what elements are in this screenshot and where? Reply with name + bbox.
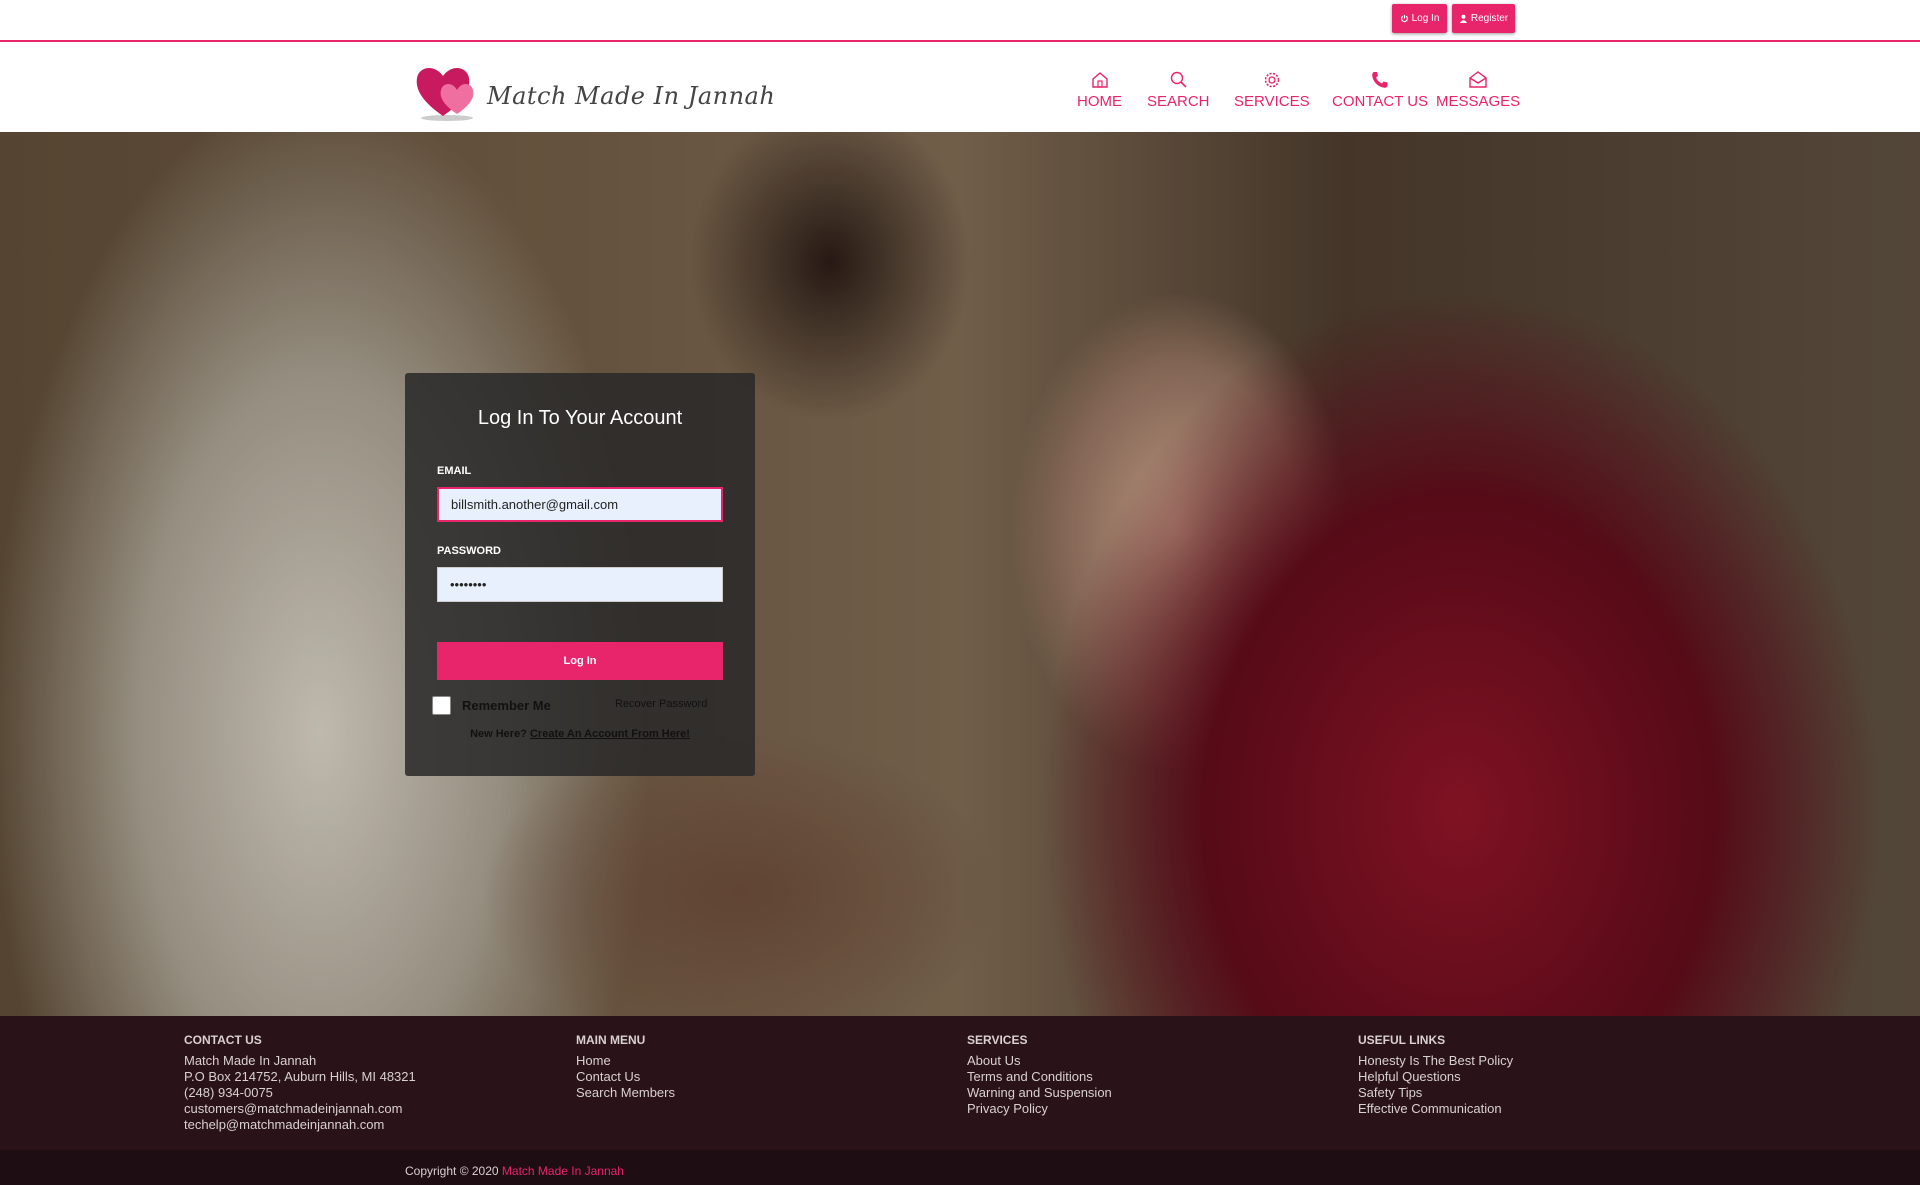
top-login-button[interactable]: Log In — [1392, 4, 1447, 33]
footer-link[interactable]: Search Members — [576, 1085, 675, 1101]
footer-link[interactable]: Warning and Suspension — [967, 1085, 1112, 1101]
copyright-bar: Copyright © 2020 Match Made In Jannah — [0, 1150, 1920, 1185]
logo-text: Match Made In Jannah — [487, 82, 776, 110]
footer-link[interactable]: Contact Us — [576, 1069, 675, 1085]
hero-overlay — [0, 132, 1920, 1016]
power-icon — [1400, 14, 1408, 23]
site-header: Match Made In Jannah HOME SEARCH SERVICE… — [0, 44, 1920, 132]
email-field[interactable] — [437, 487, 723, 522]
footer-link[interactable]: Effective Communication — [1358, 1101, 1513, 1117]
footer-contact-line[interactable]: techelp@matchmadeinjannah.com — [184, 1117, 416, 1133]
remember-me-label: Remember Me — [462, 698, 551, 713]
login-submit-button[interactable]: Log In — [437, 642, 723, 680]
remember-me-checkbox[interactable] — [432, 696, 451, 715]
copyright-brand-link[interactable]: Match Made In Jannah — [502, 1164, 624, 1178]
footer-link[interactable]: Honesty Is The Best Policy — [1358, 1053, 1513, 1069]
copyright-text: Copyright © 2020 Match Made In Jannah — [405, 1164, 624, 1178]
phone-icon — [1372, 72, 1388, 88]
footer-useful-links-heading: USEFUL LINKS — [1358, 1033, 1446, 1047]
nav-search[interactable]: SEARCH — [1147, 70, 1210, 110]
footer-services-heading: SERVICES — [967, 1033, 1028, 1047]
nav-messages[interactable]: MESSAGES — [1436, 70, 1520, 110]
home-icon — [1091, 72, 1108, 88]
new-here-text: New Here? Create An Account From Here! — [405, 728, 755, 740]
footer-link[interactable]: Terms and Conditions — [967, 1069, 1112, 1085]
footer-services: SERVICES About Us Terms and Conditions W… — [967, 1032, 1112, 1117]
nav-contact-label: CONTACT US — [1332, 93, 1429, 110]
envelope-icon — [1469, 71, 1487, 88]
top-register-label: Register — [1470, 13, 1509, 24]
new-here-label: New Here? — [470, 728, 527, 740]
top-register-button[interactable]: Register — [1452, 4, 1515, 33]
footer-link[interactable]: Home — [576, 1053, 675, 1069]
gear-icon — [1264, 72, 1280, 88]
nav-services-label: SERVICES — [1234, 93, 1310, 110]
footer-contact-line: Match Made In Jannah — [184, 1053, 317, 1068]
footer-link[interactable]: Safety Tips — [1358, 1085, 1513, 1101]
site-logo[interactable]: Match Made In Jannah — [413, 60, 775, 122]
nav-services[interactable]: SERVICES — [1234, 70, 1310, 110]
copyright-prefix: Copyright © 2020 — [405, 1164, 499, 1178]
top-login-label: Log In — [1411, 13, 1440, 24]
footer-contact: CONTACT US Match Made In Jannah P.O Box … — [184, 1032, 416, 1133]
recover-password-link[interactable]: Recover Password — [615, 698, 707, 710]
user-icon — [1459, 14, 1467, 23]
footer-main-menu-heading: MAIN MENU — [576, 1033, 646, 1047]
nav-home-label: HOME — [1077, 93, 1122, 110]
password-field[interactable] — [437, 567, 723, 602]
hero-background-image — [0, 132, 1920, 1016]
nav-search-label: SEARCH — [1147, 93, 1210, 110]
nav-home[interactable]: HOME — [1077, 70, 1122, 110]
search-icon — [1171, 71, 1187, 88]
email-label: EMAIL — [437, 465, 472, 477]
footer-contact-heading: CONTACT US — [184, 1033, 262, 1047]
footer-contact-line[interactable]: customers@matchmadeinjannah.com — [184, 1101, 416, 1117]
login-card: Log In To Your Account EMAIL PASSWORD Lo… — [405, 373, 755, 776]
footer-link[interactable]: About Us — [967, 1053, 1112, 1069]
login-title: Log In To Your Account — [477, 407, 683, 429]
footer-contact-line: P.O Box 214752, Auburn Hills, MI 48321 — [184, 1069, 416, 1084]
nav-messages-label: MESSAGES — [1436, 93, 1521, 110]
top-bar: Log In Register — [0, 0, 1920, 42]
footer-link[interactable]: Helpful Questions — [1358, 1069, 1513, 1085]
login-submit-label: Log In — [563, 655, 597, 667]
footer-contact-line: (248) 934-0075 — [184, 1085, 273, 1100]
footer-main-menu: MAIN MENU Home Contact Us Search Members — [576, 1032, 675, 1101]
footer-useful-links: USEFUL LINKS Honesty Is The Best Policy … — [1358, 1032, 1513, 1117]
password-label: PASSWORD — [437, 545, 501, 557]
nav-contact[interactable]: CONTACT US — [1332, 70, 1428, 110]
site-footer: CONTACT US Match Made In Jannah P.O Box … — [0, 1016, 1920, 1150]
footer-link[interactable]: Privacy Policy — [967, 1101, 1112, 1117]
hearts-logo-icon — [416, 67, 474, 121]
create-account-link[interactable]: Create An Account From Here! — [530, 728, 690, 740]
